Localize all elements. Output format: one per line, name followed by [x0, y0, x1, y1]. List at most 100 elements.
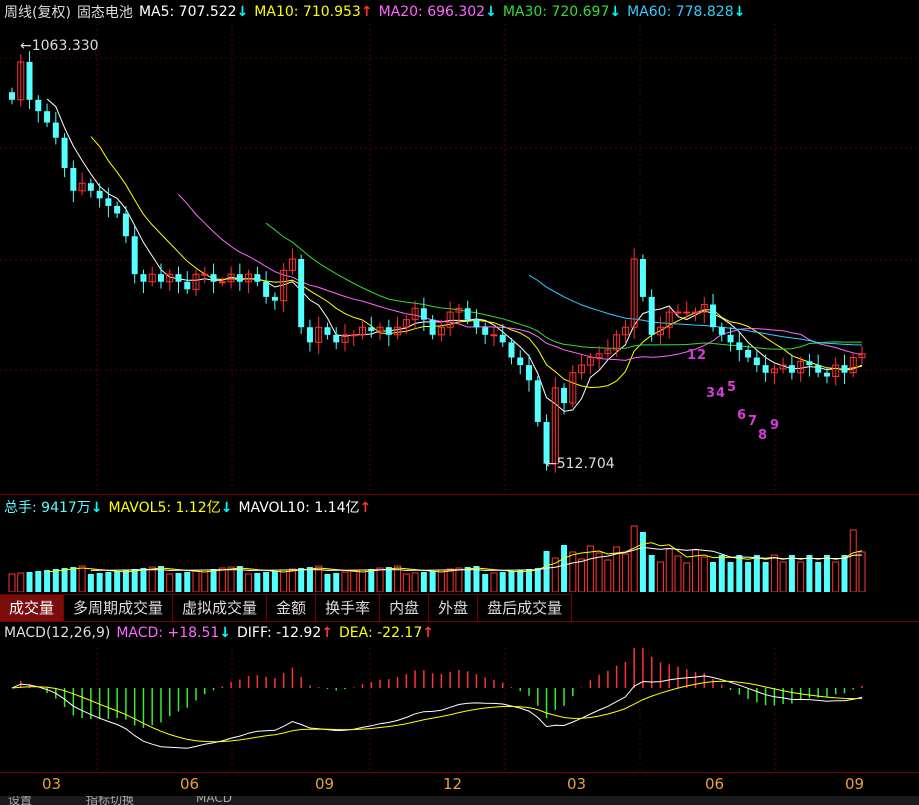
- macd-tab-button[interactable]: MACD: [196, 796, 232, 805]
- indicator-tabs: 成交量 多周期成交量 虚拟成交量 金额 换手率 内盘 外盘 盘后成交量: [0, 594, 573, 621]
- settings-button[interactable]: 设置: [8, 796, 32, 805]
- x-tick-label: 06: [180, 775, 200, 793]
- candle-body: [517, 357, 524, 366]
- x-tick-label: 03: [567, 775, 587, 793]
- volume-bar: [727, 562, 734, 592]
- candle-body: [236, 274, 243, 282]
- volume-bar: [175, 573, 182, 592]
- candle-body: [736, 342, 743, 350]
- volume-bar: [770, 554, 778, 592]
- tab-2[interactable]: 虚拟成交量: [173, 595, 268, 621]
- candle-body: [823, 372, 830, 377]
- volume-bar: [621, 553, 629, 592]
- ma5-line: [46, 98, 863, 412]
- volume-bar: [227, 566, 235, 592]
- volume-bar: [298, 568, 305, 592]
- candle-body: [218, 281, 226, 284]
- volume-bar: [823, 555, 830, 592]
- price-chart[interactable]: [0, 24, 919, 494]
- ma10-line: [90, 136, 863, 389]
- volume-bar: [245, 573, 253, 592]
- tab-7[interactable]: 盘后成交量: [478, 595, 573, 621]
- period-label: 周线(复权): [4, 5, 71, 21]
- indicator-switch-button[interactable]: 指标切换: [86, 796, 134, 805]
- candle-body: [44, 111, 51, 123]
- volume-bar: [411, 572, 419, 592]
- volume-bar: [849, 529, 857, 592]
- price-ma-lines: [46, 98, 863, 412]
- volume-bar: [718, 555, 725, 592]
- macd-grid: [96, 648, 776, 770]
- volume-bar: [543, 551, 550, 592]
- candle-body: [464, 308, 471, 320]
- volume-bar: [359, 569, 367, 592]
- candle-body: [298, 259, 305, 328]
- diff-line: [11, 675, 863, 749]
- countdown-label: 3: [706, 386, 716, 401]
- candle-body: [26, 61, 33, 100]
- candle-body: [683, 311, 691, 314]
- volume-bar: [517, 570, 524, 592]
- x-tick-label: 09: [845, 775, 865, 793]
- tab-6[interactable]: 外盘: [429, 595, 479, 621]
- volume-bar: [70, 567, 77, 592]
- volume-bar: [17, 572, 25, 592]
- volume-bar: [96, 573, 103, 592]
- candle-body: [841, 365, 848, 373]
- candle-body: [263, 281, 270, 297]
- candle-body: [420, 308, 427, 320]
- candle-body: [184, 281, 191, 290]
- candle-body: [648, 296, 655, 335]
- volume-chart[interactable]: [0, 520, 919, 592]
- volume-bar: [499, 572, 506, 592]
- tab-4[interactable]: 换手率: [316, 595, 381, 621]
- volume-bar: [832, 561, 840, 592]
- countdown-label: 4: [716, 386, 726, 401]
- tab-3[interactable]: 金额: [267, 595, 317, 621]
- candle-body: [806, 361, 813, 366]
- macd-histogram: [20, 648, 863, 728]
- volume-bars: [8, 525, 866, 592]
- volume-bar: [385, 567, 392, 592]
- macd-value: MACD: +18.51↓: [116, 625, 232, 641]
- candle-body: [333, 334, 340, 343]
- volume-bar: [288, 568, 296, 592]
- bottom-toolbar: 设置 指标切换 MACD: [0, 796, 919, 805]
- x-tick-label: 09: [315, 775, 335, 793]
- volume-bar: [87, 574, 94, 592]
- volume-bar: [674, 555, 682, 592]
- volume-bar: [806, 555, 813, 592]
- volume-bar: [604, 559, 612, 592]
- candle-body: [473, 319, 480, 328]
- ma20-value: MA20: 696.302↓: [378, 4, 497, 20]
- volume-bar: [324, 574, 331, 592]
- volume-bar: [210, 569, 217, 592]
- volume-bar: [131, 569, 138, 592]
- total-volume: 总手: 9417万↓: [4, 500, 103, 516]
- candle-body: [201, 273, 209, 276]
- ma60-value: MA60: 778.828↓: [627, 4, 746, 20]
- macd-lines: [11, 675, 863, 749]
- volume-bar: [841, 555, 848, 592]
- volume-bar: [508, 571, 515, 592]
- volume-bar: [437, 569, 445, 592]
- macd-chart[interactable]: [0, 648, 919, 770]
- volume-bar: [595, 552, 603, 592]
- countdown-label: 5: [727, 380, 737, 395]
- tab-1[interactable]: 多周期成交量: [64, 595, 174, 621]
- volume-bar: [254, 573, 261, 592]
- countdown-label: 6: [737, 408, 747, 423]
- candle-body: [639, 259, 646, 297]
- candle-body: [674, 311, 682, 314]
- volume-bar: [8, 573, 16, 592]
- countdown-label: 7: [748, 414, 758, 429]
- candle-body: [508, 342, 515, 358]
- candle-body: [482, 327, 489, 335]
- candle-body: [368, 327, 375, 332]
- tab-0[interactable]: 成交量: [0, 595, 65, 621]
- volume-bar: [578, 558, 586, 592]
- ma5-value: MA5: 707.522↓: [138, 4, 249, 20]
- volume-bar: [148, 566, 156, 592]
- tab-5[interactable]: 内盘: [380, 595, 430, 621]
- volume-bar: [586, 545, 594, 592]
